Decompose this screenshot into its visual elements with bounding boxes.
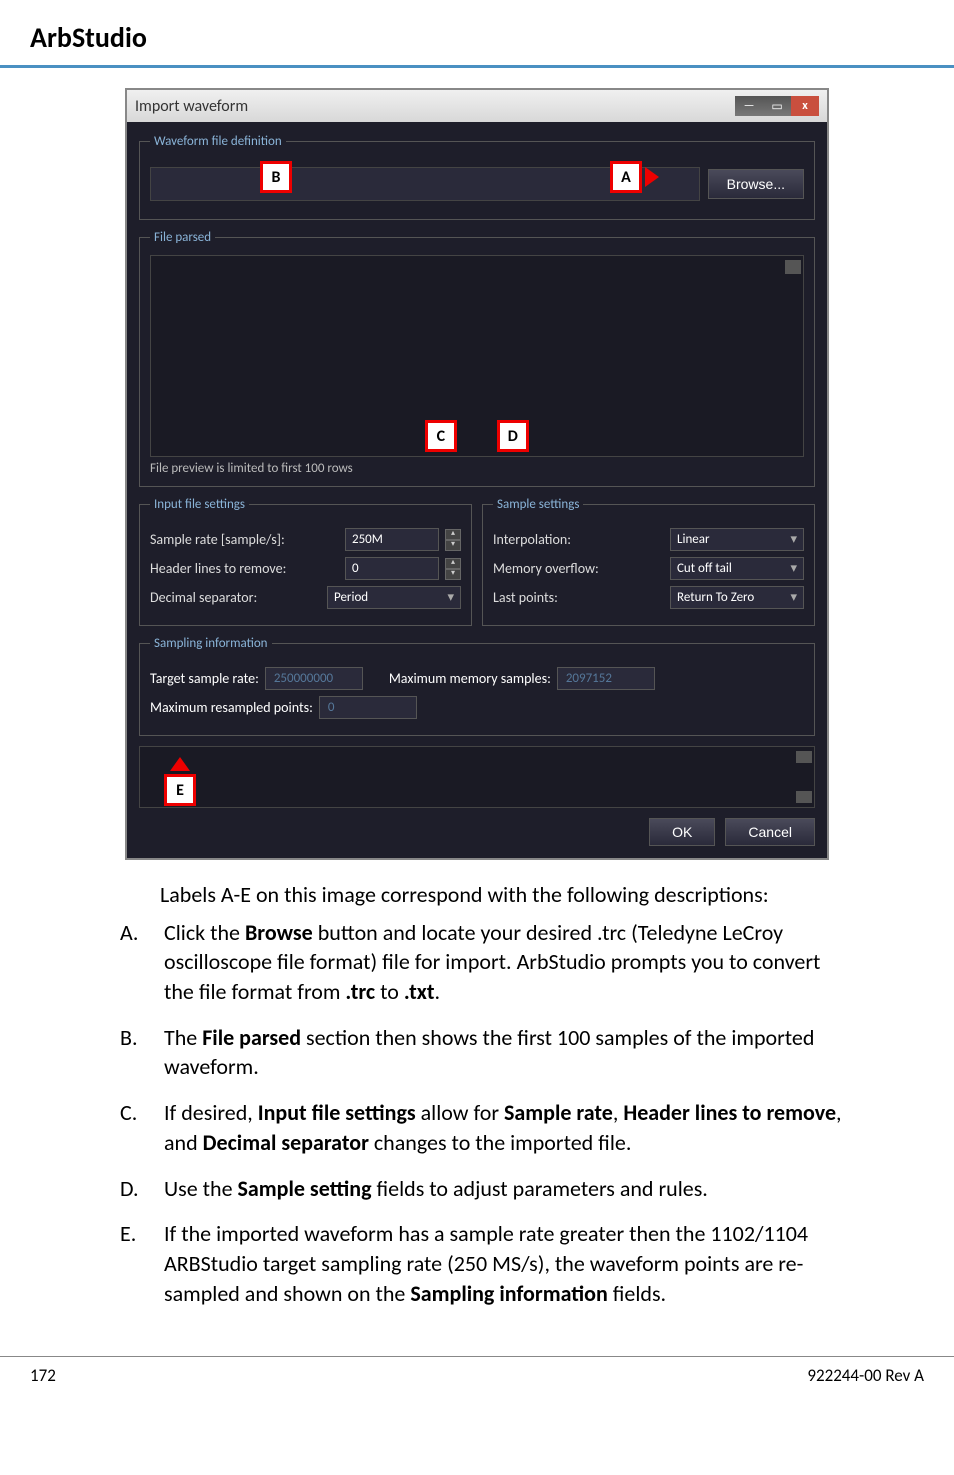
interpolation-select[interactable]: Linear <box>670 528 804 551</box>
window-title: Import waveform <box>135 97 248 116</box>
item-letter: A. <box>120 918 164 1007</box>
input-file-settings-legend: Input file settings <box>150 497 249 512</box>
minimize-icon[interactable]: — <box>735 96 763 116</box>
item-letter: E. <box>120 1219 164 1308</box>
list-item: E. If the imported waveform has a sample… <box>120 1211 854 1316</box>
sampling-information-group: Sampling information Target sample rate:… <box>139 636 815 736</box>
target-sample-rate-value: 250000000 <box>265 667 363 690</box>
arrow-right-icon <box>645 167 659 187</box>
item-text: If the imported waveform has a sample ra… <box>164 1219 854 1308</box>
description-list: A. Click the Browse button and locate yo… <box>60 910 894 1317</box>
scrollbar-thumb[interactable] <box>785 260 801 274</box>
item-letter: D. <box>120 1174 164 1204</box>
marker-e-badge: E <box>164 774 196 806</box>
last-points-select[interactable]: Return To Zero <box>670 586 804 609</box>
arrow-up-icon <box>170 757 190 771</box>
waveform-definition-group: Waveform file definition Browse... B A <box>139 134 815 220</box>
item-letter: C. <box>120 1098 164 1157</box>
preview-note: File preview is limited to first 100 row… <box>150 461 804 476</box>
marker-b: B <box>260 161 292 193</box>
caption-text: Labels A-E on this image correspond with… <box>60 860 894 910</box>
doc-revision: 922244-00 Rev A <box>807 1365 924 1386</box>
list-item: A. Click the Browse button and locate yo… <box>120 910 854 1015</box>
window-controls: — ▭ x <box>735 96 819 116</box>
item-text: Use the Sample setting fields to adjust … <box>164 1174 708 1204</box>
file-parsed-group: File parsed C D File preview is limited … <box>139 230 815 487</box>
sample-rate-input[interactable]: 250M <box>345 528 439 551</box>
header-lines-input[interactable]: 0 <box>345 557 439 580</box>
browse-button[interactable]: Browse... <box>708 169 804 199</box>
header-lines-label: Header lines to remove: <box>150 560 339 577</box>
max-resampled-points-value: 0 <box>319 696 417 719</box>
marker-e: E <box>164 757 196 806</box>
input-file-settings-group: Input file settings Sample rate [sample/… <box>139 497 472 626</box>
sample-settings-legend: Sample settings <box>493 497 583 512</box>
last-points-label: Last points: <box>493 589 664 606</box>
marker-d-badge: D <box>497 420 529 452</box>
marker-c: C <box>425 420 457 452</box>
page-number: 172 <box>30 1365 56 1386</box>
marker-a-badge: A <box>610 161 642 193</box>
sampling-information-legend: Sampling information <box>150 636 272 651</box>
max-memory-samples-label: Maximum memory samples: <box>389 670 551 687</box>
memory-overflow-select[interactable]: Cut off tail <box>670 557 804 580</box>
sample-settings-group: Sample settings Interpolation: Linear Me… <box>482 497 815 626</box>
marker-a: A <box>610 161 659 193</box>
cancel-button[interactable]: Cancel <box>725 818 815 846</box>
maximize-icon[interactable]: ▭ <box>763 96 791 116</box>
max-memory-samples-value: 2097152 <box>557 667 655 690</box>
list-item: B. The File parsed section then shows th… <box>120 1015 854 1090</box>
marker-b-badge: B <box>260 161 292 193</box>
marker-d: D <box>497 420 529 452</box>
ok-button[interactable]: OK <box>649 818 715 846</box>
file-preview-area: C D <box>150 255 804 457</box>
spinner-buttons[interactable]: ▴▾ <box>445 529 461 551</box>
log-output-area: E <box>139 746 815 808</box>
page-title: ArbStudio <box>0 0 954 68</box>
item-text: If desired, Input file settings allow fo… <box>164 1098 854 1157</box>
item-text: Click the Browse button and locate your … <box>164 918 854 1007</box>
list-item: D. Use the Sample setting fields to adju… <box>120 1166 854 1212</box>
list-item: C. If desired, Input file settings allow… <box>120 1090 854 1165</box>
max-resampled-points-label: Maximum resampled points: <box>150 699 313 716</box>
waveform-definition-legend: Waveform file definition <box>150 134 286 149</box>
interpolation-label: Interpolation: <box>493 531 664 548</box>
scroll-up-icon[interactable] <box>796 751 812 763</box>
memory-overflow-label: Memory overflow: <box>493 560 664 577</box>
import-waveform-window: Import waveform — ▭ x Waveform file defi… <box>125 88 829 860</box>
scroll-down-icon[interactable] <box>796 791 812 803</box>
spinner-buttons[interactable]: ▴▾ <box>445 558 461 580</box>
decimal-separator-select[interactable]: Period <box>327 586 461 609</box>
decimal-separator-label: Decimal separator: <box>150 589 321 606</box>
item-letter: B. <box>120 1023 164 1082</box>
file-parsed-legend: File parsed <box>150 230 215 245</box>
sample-rate-label: Sample rate [sample/s]: <box>150 531 339 548</box>
marker-c-badge: C <box>425 420 457 452</box>
page-footer: 172 922244-00 Rev A <box>0 1356 954 1394</box>
target-sample-rate-label: Target sample rate: <box>150 670 259 687</box>
item-text: The File parsed section then shows the f… <box>164 1023 854 1082</box>
titlebar: Import waveform — ▭ x <box>127 90 827 122</box>
close-icon[interactable]: x <box>791 96 819 116</box>
